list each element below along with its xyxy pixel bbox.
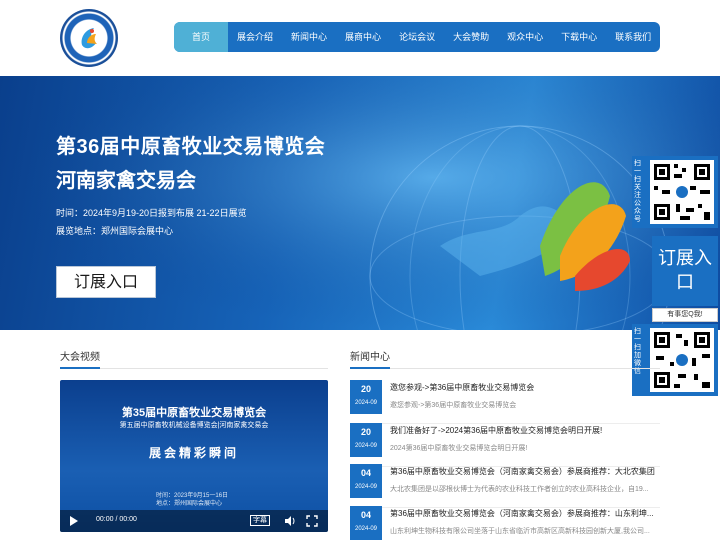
video-section-divider <box>60 367 328 369</box>
video-venue: 地点：郑州国际会展中心 <box>156 501 223 507</box>
news-year-month: 2024-09 <box>354 400 378 406</box>
news-title-link[interactable]: 第36届中原畜牧业交易博览会（河南家禽交易会）参展商推荐：山东利坤... <box>390 508 658 519</box>
news-day: 20 <box>360 384 371 394</box>
news-section-divider <box>350 367 660 369</box>
sidebar-book-booth-button[interactable]: 订展入口 <box>652 236 718 306</box>
banner-subtitle: 河南家禽交易会 <box>56 170 196 192</box>
play-icon[interactable] <box>70 516 78 526</box>
site-logo[interactable] <box>60 9 118 67</box>
news-day: 04 <box>360 468 371 478</box>
news-item[interactable]: 20 2024-09 邀您参观->第36届中原畜牧业交易博览会 邀您参观->第3… <box>350 380 660 424</box>
news-summary: 大北农集团是以邵根伙博士为代表的农业科技工作者创立的农业高科技企业，自19... <box>390 486 649 493</box>
nav-sponsorship[interactable]: 大会赞助 <box>444 22 498 52</box>
qr-code-icon <box>650 160 714 224</box>
banner-venue: 展览地点：郑州国际会展中心 <box>56 226 174 236</box>
news-title-link[interactable]: 邀您参观->第36届中原畜牧业交易博览会 <box>390 382 658 393</box>
fullscreen-icon[interactable] <box>306 515 318 527</box>
nav-forum[interactable]: 论坛会议 <box>390 22 444 52</box>
video-player[interactable]: 第35届中原畜牧业交易博览会 第五届中原畜牧机械设备博览会|河南家禽交易会 展会… <box>60 380 328 532</box>
nav-visitors[interactable]: 观众中心 <box>498 22 552 52</box>
news-item[interactable]: 04 2024-09 第36届中原畜牧业交易博览会（河南家禽交易会）参展商推荐：… <box>350 464 660 508</box>
news-summary: 山东利坤生物科技有限公司坐落于山东省临沂市高新区高新科技园创新大厦,我公司... <box>390 528 650 535</box>
qr1-label: 扫一扫关注公众号 <box>634 160 641 223</box>
qq-chat-button[interactable]: 有事您Q我! <box>652 308 718 322</box>
video-subtitle: 第五届中原畜牧机械设备博览会|河南家禽交易会 <box>119 422 269 429</box>
video-caption: 展会精彩瞬间 <box>148 446 239 460</box>
news-day: 04 <box>360 510 371 520</box>
news-summary: 2024第36届中原畜牧业交易博览会明日开展! <box>390 445 528 452</box>
news-section-title: 新闻中心 <box>350 352 390 363</box>
volume-icon[interactable] <box>284 515 296 527</box>
nav-news[interactable]: 新闻中心 <box>282 22 336 52</box>
nav-downloads[interactable]: 下载中心 <box>552 22 606 52</box>
news-date-badge: 04 2024-09 <box>350 506 382 540</box>
banner-title: 第36届中原畜牧业交易博览会 <box>56 136 326 158</box>
news-title-link[interactable]: 我们准备好了->2024第36届中原畜牧业交易博览会明日开展! <box>390 425 658 436</box>
news-item[interactable]: 04 2024-09 第36届中原畜牧业交易博览会（河南家禽交易会）参展商推荐：… <box>350 506 660 540</box>
nav-contact[interactable]: 联系我们 <box>606 22 660 52</box>
nav-exhibition-intro[interactable]: 展会介绍 <box>228 22 282 52</box>
floating-sidebar: 扫一扫关注公众号 订展入口 有事您Q我! 扫一扫加微信 <box>632 156 718 396</box>
news-year-month: 2024-09 <box>354 443 378 449</box>
captions-button[interactable]: 字幕 <box>250 515 270 526</box>
news-day: 20 <box>360 427 371 437</box>
video-title: 第35届中原畜牧业交易博览会 <box>121 407 267 419</box>
nav-exhibitors[interactable]: 展商中心 <box>336 22 390 52</box>
video-timecode: 00:00 / 00:00 <box>96 516 137 523</box>
site-header: 首页 展会介绍 新闻中心 展商中心 论坛会议 大会赞助 观众中心 下载中心 联系… <box>0 0 720 76</box>
wechat-official-qr-panel: 扫一扫关注公众号 <box>632 156 718 228</box>
book-booth-button[interactable]: 订展入口 <box>56 266 156 298</box>
main-nav: 首页 展会介绍 新闻中心 展商中心 论坛会议 大会赞助 观众中心 下载中心 联系… <box>174 22 660 52</box>
news-date-badge: 20 2024-09 <box>350 423 382 457</box>
banner-time: 时间：2024年9月19-20日报到布展 21-22日展览 <box>56 208 247 218</box>
news-year-month: 2024-09 <box>354 484 378 490</box>
logo-emblem-icon <box>81 28 97 49</box>
news-date-badge: 04 2024-09 <box>350 464 382 498</box>
news-item[interactable]: 20 2024-09 我们准备好了->2024第36届中原畜牧业交易博览会明日开… <box>350 423 660 467</box>
video-section-title: 大会视频 <box>60 352 100 363</box>
news-title-link[interactable]: 第36届中原畜牧业交易博览会（河南家禽交易会）参展商推荐：大北农集团 <box>390 466 658 477</box>
hero-banner: 第36届中原畜牧业交易博览会 河南家禽交易会 时间：2024年9月19-20日报… <box>0 76 720 330</box>
nav-home[interactable]: 首页 <box>174 22 229 52</box>
news-summary: 邀您参观->第36届中原畜牧业交易博览会 <box>390 402 517 409</box>
news-year-month: 2024-09 <box>354 526 378 532</box>
news-date-badge: 20 2024-09 <box>350 380 382 414</box>
video-controls: 00:00 / 00:00 字幕 <box>60 510 328 532</box>
